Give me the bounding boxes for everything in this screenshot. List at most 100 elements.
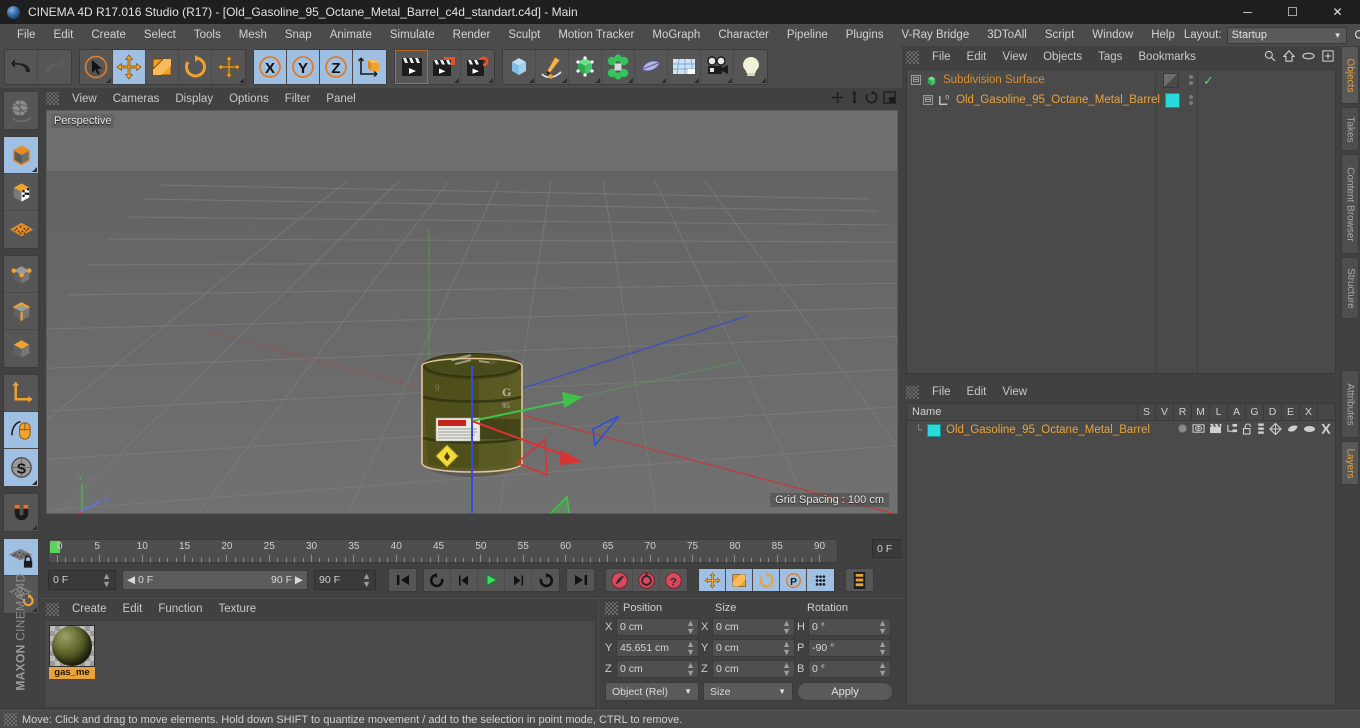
display-tag-icon[interactable] <box>1163 72 1179 88</box>
column-d[interactable]: D <box>1263 403 1281 421</box>
edges-mode-button[interactable] <box>4 293 38 330</box>
timeline-range-slider[interactable]: ◀ 0 F 90 F ▶ <box>122 570 308 590</box>
menu-window[interactable]: Window <box>1083 24 1142 46</box>
material-tag-swatch[interactable] <box>1165 92 1180 108</box>
home-icon[interactable] <box>1282 49 1296 65</box>
add-spline-object[interactable] <box>536 50 569 84</box>
size-x-field[interactable]: 0 cm ▲ ▼ <box>712 618 795 636</box>
panel-grip-icon[interactable] <box>46 92 59 105</box>
step-back-button[interactable] <box>451 569 478 591</box>
viewport-menu-cameras[interactable]: Cameras <box>105 93 168 105</box>
tab-layers[interactable]: Layers <box>1341 441 1359 485</box>
enable-axis-modification-button[interactable] <box>4 375 38 412</box>
panel-grip-icon[interactable] <box>605 601 618 615</box>
model-mode-button[interactable] <box>4 137 38 174</box>
panel-grip-icon[interactable] <box>46 602 59 616</box>
column-s[interactable]: S <box>1137 403 1155 421</box>
spinner-icon[interactable]: ▲▼ <box>362 572 371 589</box>
viewport-menu-panel[interactable]: Panel <box>318 93 363 105</box>
point-level-animation-button[interactable] <box>807 569 834 591</box>
ellipse-icon[interactable] <box>1302 51 1315 64</box>
material-menu-function[interactable]: Function <box>150 603 210 615</box>
tab-structure[interactable]: Structure <box>1341 257 1359 319</box>
animation-icon[interactable] <box>1257 422 1265 438</box>
spinner-icon[interactable]: ▲▼ <box>686 619 695 636</box>
parameter-key-button[interactable]: P <box>780 569 807 591</box>
move-duplicate-tool[interactable] <box>212 50 245 84</box>
objects-menu-edit[interactable]: Edit <box>959 51 995 63</box>
enabled-check-icon[interactable]: ✓ <box>1203 74 1214 87</box>
keyframe-selection-button[interactable]: ? <box>660 569 687 591</box>
coordinate-mode-dropdown[interactable]: Object (Rel) ▼ <box>605 682 699 701</box>
objects-menu-bookmarks[interactable]: Bookmarks <box>1130 51 1204 63</box>
viewport-pan-icon[interactable] <box>831 90 844 107</box>
lock-workplane-button[interactable] <box>4 539 38 576</box>
add-camera-object[interactable] <box>701 50 734 84</box>
timeline-start-field[interactable]: 0 F ▲ ▼ <box>48 570 116 590</box>
layers-menu-view[interactable]: View <box>994 386 1035 398</box>
go-to-start-button[interactable] <box>389 569 416 591</box>
spinner-icon[interactable]: ▲▼ <box>686 661 695 678</box>
viewport-maximize-icon[interactable] <box>883 90 896 107</box>
viewport-menu-options[interactable]: Options <box>221 93 277 105</box>
material-item[interactable]: gas_me <box>49 625 95 679</box>
viewport-menu-filter[interactable]: Filter <box>277 93 319 105</box>
go-to-end-button[interactable] <box>567 569 594 591</box>
add-panel-icon[interactable] <box>1322 49 1334 65</box>
column-e[interactable]: E <box>1281 403 1299 421</box>
menu-help[interactable]: Help <box>1142 24 1184 46</box>
timeline-view-toggle-button[interactable] <box>846 569 873 591</box>
column-r[interactable]: R <box>1173 403 1191 421</box>
spinner-icon[interactable]: ▲▼ <box>878 640 887 657</box>
spinner-icon[interactable]: ▲▼ <box>782 661 791 678</box>
menu-snap[interactable]: Snap <box>276 24 321 46</box>
size-y-field[interactable]: 0 cm ▲ ▼ <box>712 639 795 657</box>
menu-vray-bridge[interactable]: V-Ray Bridge <box>892 24 978 46</box>
solo-dot-icon[interactable] <box>1177 423 1188 437</box>
viewport-menu-display[interactable]: Display <box>167 93 221 105</box>
live-selection-tool[interactable] <box>80 50 113 84</box>
expand-toggle-icon[interactable]: ⊟ <box>923 95 933 105</box>
add-generator-object[interactable] <box>569 50 602 84</box>
menu-edit[interactable]: Edit <box>45 24 83 46</box>
viewport-dolly-icon[interactable] <box>849 90 860 107</box>
objects-tree[interactable]: ⊟ Subdivision Surface ✓ ⊟ 0 Old_Gasoline… <box>906 69 1336 374</box>
play-backwards-loop-button[interactable] <box>424 569 451 591</box>
redo-button[interactable] <box>38 50 71 84</box>
add-deformer-object[interactable] <box>635 50 668 84</box>
spinner-icon[interactable]: ▲▼ <box>782 619 791 636</box>
layers-table[interactable]: Name S V R M L A G D E X └ Old_Gasoline_… <box>906 403 1336 706</box>
tab-objects[interactable]: Objects <box>1341 46 1359 104</box>
material-thumbnail[interactable] <box>49 625 95 667</box>
points-mode-button[interactable] <box>4 256 38 293</box>
spinner-icon[interactable]: ▲▼ <box>878 619 887 636</box>
undo-button[interactable] <box>5 50 38 84</box>
menu-mesh[interactable]: Mesh <box>230 24 276 46</box>
rotation-h-field[interactable]: 0 ° ▲ ▼ <box>808 618 891 636</box>
scale-tool[interactable] <box>146 50 179 84</box>
close-button[interactable]: ✕ <box>1315 0 1360 24</box>
spinner-icon[interactable]: ▲▼ <box>878 661 887 678</box>
material-menu-edit[interactable]: Edit <box>115 603 151 615</box>
expression-icon[interactable] <box>1303 424 1316 437</box>
expand-toggle-icon[interactable]: ⊟ <box>911 75 921 85</box>
lock-open-icon[interactable] <box>1242 423 1253 438</box>
objects-menu-view[interactable]: View <box>994 51 1035 63</box>
spinner-icon[interactable]: ▲▼ <box>686 640 695 657</box>
enable-snapping-button[interactable]: S <box>4 449 38 486</box>
undo-view-button[interactable] <box>4 92 38 129</box>
viewport-solo-button[interactable] <box>4 412 38 449</box>
viewport-canvas[interactable]: G 95 9 Y Z Perspective Grid Spacing: 10… <box>46 110 898 514</box>
rotation-b-field[interactable]: 0 ° ▲ ▼ <box>808 660 891 678</box>
play-forward-loop-button[interactable] <box>532 569 559 591</box>
objects-menu-objects[interactable]: Objects <box>1035 51 1090 63</box>
scale-key-button[interactable] <box>726 569 753 591</box>
workplane-mode-button[interactable] <box>4 211 38 248</box>
x-axis-lock[interactable]: X <box>254 50 287 84</box>
position-key-button[interactable] <box>699 569 726 591</box>
y-axis-lock[interactable]: Y <box>287 50 320 84</box>
tab-attributes[interactable]: Attributes <box>1341 370 1359 438</box>
render-to-picture-viewer-button[interactable] <box>428 50 461 84</box>
menu-sculpt[interactable]: Sculpt <box>499 24 549 46</box>
record-active-objects-button[interactable] <box>606 569 633 591</box>
